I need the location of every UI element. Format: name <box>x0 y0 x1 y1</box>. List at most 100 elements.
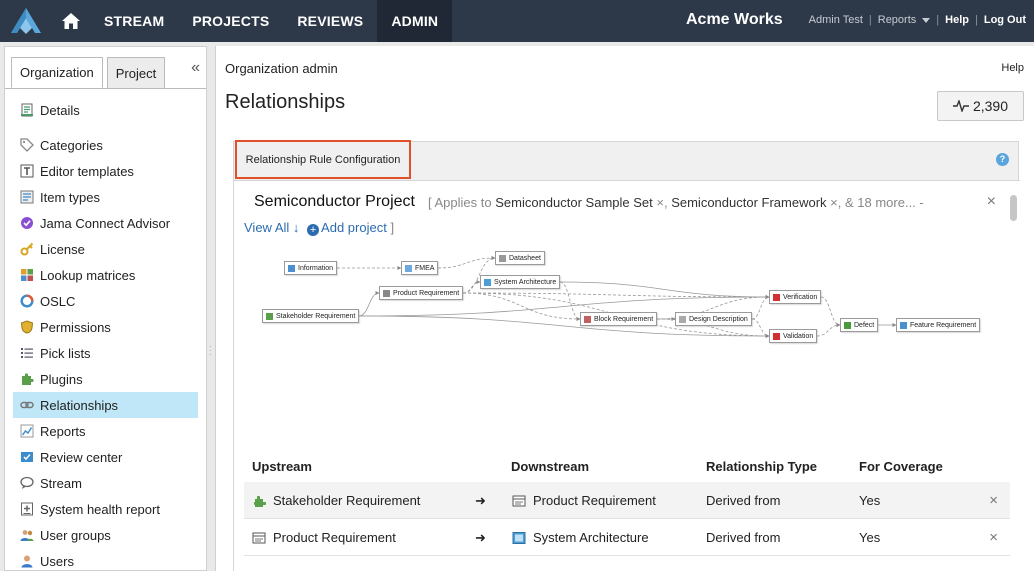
jama-logo-icon[interactable] <box>0 0 52 42</box>
sidebar-item-plugins[interactable]: Plugins <box>13 366 198 392</box>
remove-row-icon[interactable]: × <box>989 529 998 546</box>
home-icon[interactable] <box>52 0 90 42</box>
activity-pulse-icon <box>952 100 969 112</box>
sidebar-item-reports[interactable]: Reports <box>13 418 198 444</box>
sidebar-item-label: Editor templates <box>40 163 134 179</box>
for-coverage: Yes <box>859 530 881 545</box>
sidebar-item-label: Permissions <box>40 319 111 335</box>
diagram-connector <box>751 295 770 320</box>
more-projects-link[interactable]: & 18 more... <box>845 195 916 210</box>
down-arrow-icon: ↓ <box>292 220 300 235</box>
add-project-link[interactable]: Add project <box>321 220 387 235</box>
diagram-node-label: Feature Requirement <box>910 321 977 329</box>
nav-tab-stream[interactable]: STREAM <box>90 0 178 42</box>
diagram-connector <box>559 281 770 299</box>
feature-item-type-icon <box>900 321 907 329</box>
diagram-node-label: Defect <box>854 321 875 329</box>
key-icon <box>20 242 34 256</box>
sidebar-item-system-health-report[interactable]: System health report <box>13 496 198 522</box>
activity-count-button[interactable]: 2,390 <box>937 91 1024 121</box>
for-coverage: Yes <box>859 493 881 508</box>
applies-project-2: Semiconductor Framework <box>671 195 827 210</box>
downstream-label: System Architecture <box>533 530 649 545</box>
sidebar-item-users[interactable]: Users <box>13 548 198 571</box>
organization-name: Acme Works <box>686 11 783 28</box>
sidebar-item-relationships[interactable]: Relationships <box>13 392 198 418</box>
help-link[interactable]: Help <box>1001 62 1024 74</box>
activity-count: 2,390 <box>972 98 1009 114</box>
relationship-arrow-icon: ➜ <box>475 493 486 508</box>
sidebar-item-categories[interactable]: Categories <box>13 132 198 158</box>
sidebar-item-editor-templates[interactable]: Editor templates <box>13 158 198 184</box>
panel-header: Relationship Rule Configuration ? <box>234 140 1020 180</box>
sidebar-item-details[interactable]: Details <box>13 97 198 123</box>
sidebar-item-jama-connect-advisor[interactable]: Jama Connect Advisor <box>13 210 198 236</box>
nav-tab-projects[interactable]: PROJECTS <box>178 0 283 42</box>
diagram-node-label: Information <box>298 264 334 272</box>
nav-tab-admin[interactable]: ADMIN <box>377 0 453 42</box>
diagram-node-label: Stakeholder Requirement <box>276 312 356 320</box>
diagram-node-label: Block Requirement <box>594 315 654 323</box>
sidebar-item-user-groups[interactable]: User groups <box>13 522 198 548</box>
column-header-upstream: Upstream <box>252 459 312 474</box>
sidebar-item-review-center[interactable]: Review center <box>13 444 198 470</box>
help-question-icon[interactable]: ? <box>996 153 1009 166</box>
vertical-scrollbar[interactable] <box>1010 195 1017 221</box>
sidebar-item-label: Jama Connect Advisor <box>40 215 171 231</box>
sidebar-item-label: Pick lists <box>40 345 91 361</box>
list-icon <box>20 346 34 360</box>
sidebar-item-oslc[interactable]: OSLC <box>13 288 198 314</box>
diagram-node-validation[interactable]: Validation <box>769 329 818 343</box>
diagram-node-verification[interactable]: Verification <box>769 290 822 304</box>
view-all-link[interactable]: View All <box>244 220 289 235</box>
applies-project-1: Semiconductor Sample Set <box>495 195 653 210</box>
sidebar-item-license[interactable]: License <box>13 236 198 262</box>
table-row[interactable]: Stakeholder Requirement ➜ Product Requir… <box>244 482 1010 519</box>
upstream-cell: Stakeholder Requirement <box>252 493 420 508</box>
diagram-node-defect[interactable]: Defect <box>840 318 879 332</box>
diagram-node-label: Validation <box>783 332 814 340</box>
sidebar-item-permissions[interactable]: Permissions <box>13 314 198 340</box>
separator: | <box>936 14 940 26</box>
relationship-rule-configuration-tab[interactable]: Relationship Rule Configuration <box>235 140 411 179</box>
diagram-node-datasheet[interactable]: Datasheet <box>495 251 545 265</box>
diagram-node-product[interactable]: Product Requirement <box>379 286 464 300</box>
diagram-node-information[interactable]: Information <box>284 261 338 275</box>
tag-icon <box>20 138 34 152</box>
diagram-connector <box>358 291 380 317</box>
collapse-sidebar-icon[interactable]: « <box>191 59 200 77</box>
sidebar-item-item-types[interactable]: Item types <box>13 184 198 210</box>
user-menu-link[interactable]: Admin Test <box>809 14 863 26</box>
nav-tab-reviews[interactable]: REVIEWS <box>283 0 377 42</box>
reports-menu-link[interactable]: Reports <box>878 14 931 26</box>
sidebar-item-label: OSLC <box>40 293 76 309</box>
logout-link[interactable]: Log Out <box>984 14 1026 26</box>
diagram-connector <box>462 280 481 294</box>
relationship-type: Derived from <box>706 530 781 545</box>
diagram-node-design[interactable]: Design Description <box>675 312 752 326</box>
diagram-node-block[interactable]: Block Requirement <box>580 312 658 326</box>
table-row[interactable]: Product Requirement ➜ System Architectur… <box>244 519 1010 556</box>
sidebar-resize-handle-icon[interactable]: · · · <box>209 343 212 359</box>
defect-item-type-icon <box>844 321 851 329</box>
help-link[interactable]: Help <box>945 14 969 26</box>
tab-organization[interactable]: Organization <box>11 57 103 88</box>
remove-project-2-icon[interactable]: × <box>830 195 838 210</box>
diagram-node-fmea[interactable]: FMEA <box>401 261 439 275</box>
admin-sidebar: Organization Project « Details Categories… <box>4 46 207 571</box>
diagram-node-sysarch[interactable]: System Architecture <box>480 275 561 289</box>
advisor-icon <box>20 216 34 230</box>
diagram-node-stakeholder[interactable]: Stakeholder Requirement <box>262 309 360 323</box>
diagram-node-feature[interactable]: Feature Requirement <box>896 318 981 332</box>
diagram-connector <box>816 323 841 337</box>
sidebar-item-stream[interactable]: Stream <box>13 470 198 496</box>
design-item-type-icon <box>679 315 686 323</box>
sidebar-item-lookup-matrices[interactable]: Lookup matrices <box>13 262 198 288</box>
remove-row-icon[interactable]: × <box>989 492 998 509</box>
remove-project-1-icon[interactable]: × <box>656 195 664 210</box>
upstream-cell: Product Requirement <box>252 530 396 545</box>
tab-project[interactable]: Project <box>106 57 166 88</box>
sidebar-item-pick-lists[interactable]: Pick lists <box>13 340 198 366</box>
sidebar-tabs: Organization Project <box>11 57 169 88</box>
close-icon[interactable]: × <box>987 193 996 211</box>
